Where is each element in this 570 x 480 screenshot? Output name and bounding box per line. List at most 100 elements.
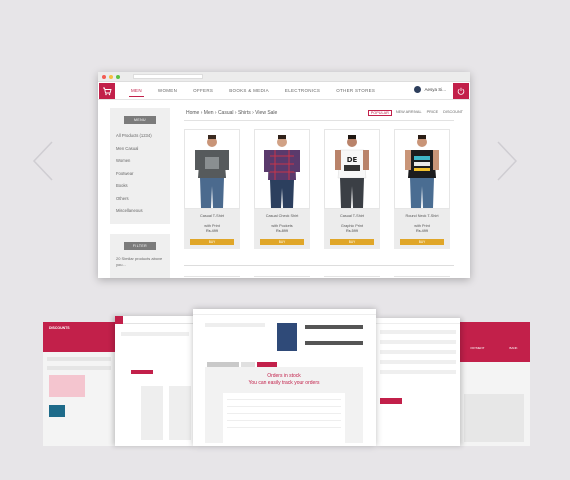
buy-button[interactable]: BUY [260,239,304,245]
product-card[interactable]: Casual Check Shirt with Pockets Rs.899 B… [254,129,310,249]
url-bar[interactable] [133,74,203,79]
preview-screen-discounts[interactable]: DISCOUNTS [43,322,115,446]
preview-screen-listing[interactable] [115,316,195,446]
preview-button [380,398,402,404]
power-icon [457,87,465,95]
preview-heading: DISCOUNTS [49,326,70,330]
category-menu: MENU All Products (1234) Men Casual Wome… [110,108,170,224]
nav-women[interactable]: WOMEN [150,82,185,100]
sidebar-item[interactable]: All Products (1234) [110,130,170,143]
preview-product [141,386,163,440]
preview-row [305,325,363,329]
nav-links: MEN WOMEN OFFERS BOOKS & MEDIA ELECTRONI… [123,82,383,100]
cart-icon [103,87,112,95]
sort-discount[interactable]: DISCOUNT [442,110,464,116]
product-card[interactable]: DE Casual T-Shirt Graphic Print Rs.599 B… [324,129,380,249]
preview-hero: DISCOUNTS [43,322,115,352]
buy-button[interactable]: BUY [330,239,374,245]
divider [184,276,240,278]
preview-panel: Orders in stock You can easily track you… [205,367,363,443]
sidebar-item[interactable]: Women [110,155,170,168]
product-card[interactable]: Casual T-Shirt with Print Rs.499 BUY [184,129,240,249]
sidebar-item[interactable]: Books [110,180,170,193]
preview-row [47,357,111,361]
product-price: Rs.599 [345,229,359,233]
divider [324,276,380,278]
preview-hero: PAYMENT BANK [458,322,530,362]
breadcrumb: Home › Men › Casual › Shirts › View Sale [186,110,278,116]
preview-product [169,386,191,440]
preview-row [380,360,456,364]
product-card[interactable]: Round Neck T-Shirt with Print Rs.499 BUY [394,129,450,249]
preview-row [380,340,456,344]
nav-electronics[interactable]: ELECTRONICS [277,82,328,100]
product-price: Rs.499 [205,229,219,233]
preview-header [115,316,195,324]
preview-logo [115,316,123,324]
product-title: Casual T-Shirt [340,214,364,218]
avatar [414,86,422,93]
cart-logo[interactable] [99,82,115,99]
sort-popular[interactable]: POPULAR [367,110,392,116]
svg-text:DE: DE [347,156,358,164]
product-subtitle: with Print [414,223,430,228]
preview-screen-form[interactable] [376,318,460,446]
table-row [227,413,341,414]
minimize-dot[interactable] [109,74,113,79]
preview-labels: PAYMENT BANK [458,322,530,350]
sidebar-item[interactable]: Others [110,193,170,206]
logout-button[interactable] [453,83,469,99]
close-dot[interactable] [102,74,106,79]
product-price: Rs.499 [415,229,429,233]
preview-table [223,393,345,443]
product-title: Casual Check Shirt [265,214,299,218]
preview-subtitle: You can easily track your orders [248,380,320,386]
preview-label: PAYMENT [470,346,485,350]
divider [254,276,310,278]
nav-other-stores[interactable]: OTHER STORES [328,82,383,100]
product-title: Round Neck T-Shirt [405,214,439,218]
nav-books-media[interactable]: BOOKS & MEDIA [221,82,277,100]
preview-tab [131,370,153,374]
product-subtitle: with Print [204,223,220,228]
preview-title: Orders in stock [267,373,301,379]
product-grid: Casual T-Shirt with Print Rs.499 BUY Cas… [184,129,450,249]
sidebar-item[interactable]: Footwear [110,168,170,181]
preview-panel [464,394,524,442]
sidebar-heading: MENU [124,116,156,124]
preview-screen-payment[interactable]: PAYMENT BANK [458,322,530,446]
table-row [227,427,341,428]
sidebar-item[interactable]: Miscellaneous [110,205,170,218]
buy-button[interactable]: BUY [400,239,444,245]
preview-row [121,332,189,336]
preview-header [376,318,460,324]
model-photo [195,135,229,208]
preview-photo [277,323,297,351]
top-navbar: MEN WOMEN OFFERS BOOKS & MEDIA ELECTRONI… [98,82,470,100]
preview-logo [49,405,65,417]
buy-button[interactable]: BUY [190,239,234,245]
product-subtitle: with Pockets [271,223,293,228]
sort-new-arrival[interactable]: NEW ARRIVAL [395,110,423,116]
nav-men[interactable]: MEN [123,82,150,100]
preview-header [193,309,376,315]
preview-row [305,341,363,345]
divider [184,120,454,121]
preview-banner [49,375,85,397]
sort-price[interactable]: PRICE [426,110,440,116]
preview-screen-orders[interactable]: Orders in stock You can easily track you… [193,309,376,446]
user-menu[interactable]: Aesya Si... [414,86,446,93]
chevron-right-icon [497,141,518,181]
nav-offers[interactable]: OFFERS [185,82,221,100]
user-name: Aesya Si... [424,87,446,92]
sidebar-item[interactable]: Men Casual [110,143,170,156]
product-price: Rs.899 [275,229,289,233]
browser-window: MEN WOMEN OFFERS BOOKS & MEDIA ELECTRONI… [98,72,470,278]
maximize-dot[interactable] [116,74,120,79]
carousel-prev-button[interactable] [32,140,54,182]
sidebar: MENU All Products (1234) Men Casual Wome… [110,108,170,278]
preview-row [380,370,456,374]
chevron-left-icon [32,141,53,181]
carousel-next-button[interactable] [496,140,518,182]
sort-options: POPULAR NEW ARRIVAL PRICE DISCOUNT [367,110,464,116]
